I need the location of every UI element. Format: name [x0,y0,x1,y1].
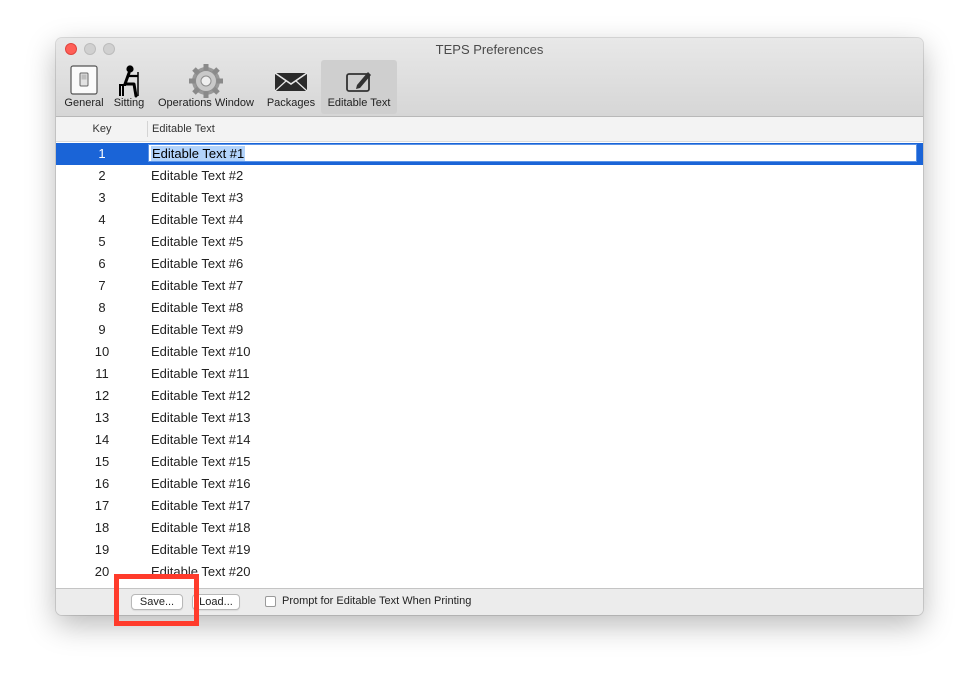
preferences-window: TEPS Preferences General Sitting Operati… [56,38,923,615]
column-header-editable-text[interactable]: Editable Text [152,123,215,135]
switch-icon [62,64,106,96]
table-row[interactable]: 19 Editable Text #19 [56,539,923,561]
window-title: TEPS Preferences [435,42,544,57]
row-text[interactable]: Editable Text #4 [151,212,243,227]
toolbar-label: General [64,97,104,109]
row-text[interactable]: Editable Text #13 [151,410,251,425]
row-key: 10 [94,344,110,359]
table-row[interactable]: 6 Editable Text #6 [56,253,923,275]
editable-text-table: Key Editable Text 1 Editable Text #1 2 Ed… [56,117,923,588]
row-text[interactable]: Editable Text #9 [151,322,243,337]
toolbar-item-general[interactable]: General [62,60,106,114]
row-key: 15 [94,454,110,469]
table-row[interactable]: 7 Editable Text #7 [56,275,923,297]
pencil-edit-icon [321,64,397,96]
prompt-when-printing-checkbox[interactable] [265,596,276,607]
row-key: 1 [98,146,106,161]
envelope-icon [262,64,320,96]
toolbar-item-operations-window[interactable]: Operations Window [152,60,260,114]
table-row[interactable]: 3 Editable Text #3 [56,187,923,209]
table-row[interactable]: 2 Editable Text #2 [56,165,923,187]
table-row[interactable]: 8 Editable Text #8 [56,297,923,319]
row-text[interactable]: Editable Text #17 [151,498,251,513]
table-row[interactable]: 11 Editable Text #11 [56,363,923,385]
column-divider[interactable] [147,121,148,137]
row-key: 7 [98,278,106,293]
table-row[interactable]: 13 Editable Text #13 [56,407,923,429]
row-text[interactable]: Editable Text #16 [151,476,251,491]
row-key: 18 [94,520,110,535]
row-text[interactable]: Editable Text #2 [151,168,243,183]
table-row[interactable]: 14 Editable Text #14 [56,429,923,451]
table-row-selected[interactable]: 1 Editable Text #1 [56,143,923,165]
row-key: 9 [98,322,106,337]
row-text[interactable]: Editable Text #10 [151,344,251,359]
row-text-edit-field[interactable]: Editable Text #1 [148,144,917,162]
row-key: 12 [94,388,110,403]
table-row[interactable]: 18 Editable Text #18 [56,517,923,539]
person-sitting-icon [108,64,150,98]
row-key: 13 [94,410,110,425]
gear-icon [152,64,260,98]
toolbar-label: Editable Text [327,97,391,109]
load-button[interactable]: Load... [192,594,240,610]
toolbar-label: Operations Window [158,97,254,109]
toolbar-label: Packages [266,97,316,109]
table-header: Key Editable Text [56,117,923,142]
table-row[interactable]: 4 Editable Text #4 [56,209,923,231]
prompt-when-printing-label[interactable]: Prompt for Editable Text When Printing [282,595,471,607]
row-key: 5 [98,234,106,249]
row-key: 14 [94,432,110,447]
table-row[interactable]: 16 Editable Text #16 [56,473,923,495]
table-row[interactable]: 15 Editable Text #15 [56,451,923,473]
row-text[interactable]: Editable Text #6 [151,256,243,271]
row-text[interactable]: Editable Text #14 [151,432,251,447]
row-text[interactable]: Editable Text #18 [151,520,251,535]
row-text[interactable]: Editable Text #7 [151,278,243,293]
row-text[interactable]: Editable Text #19 [151,542,251,557]
row-key: 8 [98,300,106,315]
table-row[interactable]: 9 Editable Text #9 [56,319,923,341]
row-text[interactable]: Editable Text #5 [151,234,243,249]
row-text[interactable]: Editable Text #15 [151,454,251,469]
row-key: 6 [98,256,106,271]
table-row[interactable]: 5 Editable Text #5 [56,231,923,253]
table-body: 1 Editable Text #1 2 Editable Text #2 3 Ed… [56,143,923,583]
row-key: 3 [98,190,106,205]
toolbar-item-packages[interactable]: Packages [262,60,320,114]
row-text[interactable]: Editable Text #8 [151,300,243,315]
table-row[interactable]: 17 Editable Text #17 [56,495,923,517]
annotation-highlight-box [114,574,199,626]
table-row[interactable]: 12 Editable Text #12 [56,385,923,407]
row-key: 2 [98,168,106,183]
toolbar-label: Sitting [113,97,145,109]
row-text[interactable]: Editable Text #1 [151,146,246,161]
table-row[interactable]: 10 Editable Text #10 [56,341,923,363]
title-bar: TEPS Preferences General Sitting Operati… [56,38,923,117]
row-key: 17 [94,498,110,513]
row-text[interactable]: Editable Text #11 [151,366,250,381]
toolbar-item-sitting[interactable]: Sitting [108,60,150,114]
toolbar-item-editable-text[interactable]: Editable Text [321,60,397,114]
column-header-key[interactable]: Key [56,123,148,135]
row-key: 19 [94,542,110,557]
row-key: 11 [95,366,109,381]
row-key: 16 [94,476,110,491]
row-key: 4 [98,212,106,227]
row-text[interactable]: Editable Text #3 [151,190,243,205]
row-text[interactable]: Editable Text #12 [151,388,251,403]
